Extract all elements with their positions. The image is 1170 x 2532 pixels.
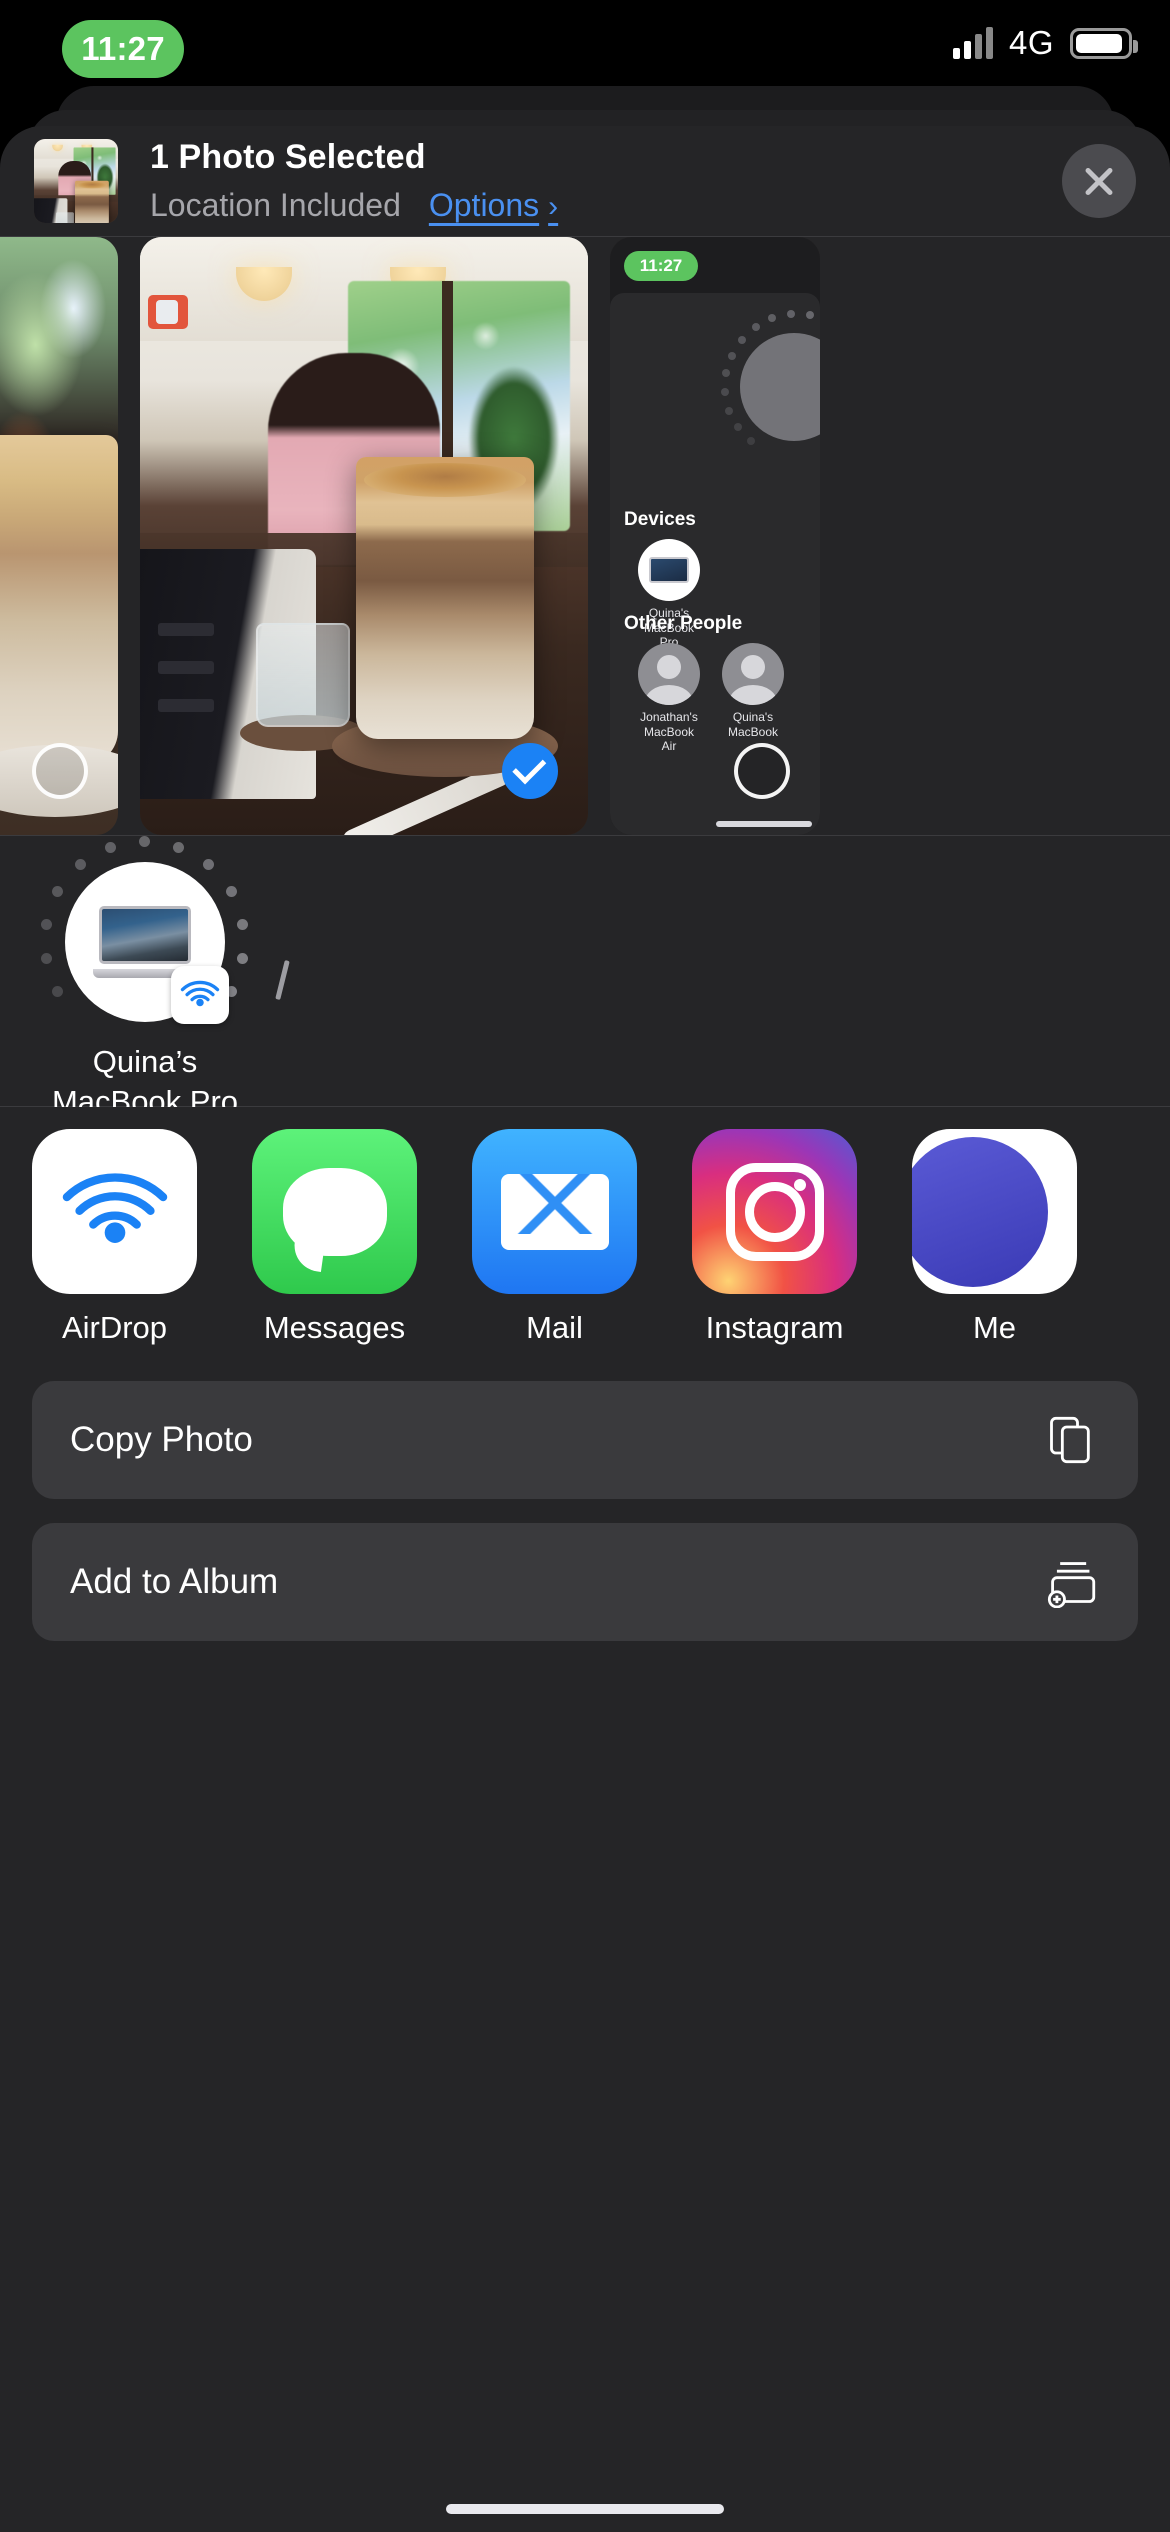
preview-person-0-line1: Jonathan's [640, 710, 698, 724]
share-app-label: Messages [263, 1310, 406, 1345]
header-subtitle-row: Location Included Options › [150, 187, 1062, 224]
share-sheet: 1 Photo Selected Location Included Optio… [0, 126, 1170, 2532]
action-label: Copy Photo [70, 1420, 253, 1459]
status-time: 11:27 [81, 30, 165, 67]
preview-status-pill: 11:27 [624, 251, 698, 281]
carousel-item-2[interactable]: 11:27 Devices Quina's MacBook Pro [610, 237, 820, 835]
preview-person-item: Jonathan's MacBook Air [638, 643, 700, 754]
network-type-label: 4G [1008, 24, 1054, 61]
share-apps-row[interactable]: AirDrop Messages Mail Instagram Me [0, 1107, 1170, 1357]
share-app-label: Me [972, 1310, 1017, 1345]
airdrop-device-quinas-macbook-pro[interactable]: Quina’s MacBook Pro [30, 836, 260, 1121]
airdrop-device-row: Quina’s MacBook Pro [0, 836, 1170, 1119]
action-add-to-album[interactable]: Add to Album [32, 1523, 1138, 1641]
airdrop-icon [171, 966, 229, 1024]
carousel-item-0[interactable] [0, 237, 118, 835]
page-title: 1 Photo Selected [150, 138, 426, 177]
status-bar: 11:27 4G [0, 0, 1170, 100]
share-app-label: Instagram [705, 1310, 844, 1345]
share-sheet-screen: 11:27 4G 1 Photo Selected Location Inclu… [0, 0, 1170, 2532]
share-app-mail[interactable]: Mail [472, 1129, 637, 1346]
pointer-cursor [275, 959, 290, 1001]
options-link[interactable]: Options › [429, 187, 558, 224]
header-photo-thumbnail[interactable] [34, 139, 118, 223]
selection-circle[interactable] [32, 743, 88, 799]
add-to-album-icon [1042, 1553, 1100, 1611]
location-included-label: Location Included [150, 186, 401, 223]
copy-icon [1042, 1411, 1100, 1469]
photo-carousel[interactable]: 11:27 Devices Quina's MacBook Pro [0, 237, 1170, 835]
share-app-messages[interactable]: Messages [252, 1129, 417, 1346]
preview-person-item: Quina's MacBook [722, 643, 784, 754]
share-app-airdrop[interactable]: AirDrop [32, 1129, 197, 1346]
recording-time-pill[interactable]: 11:27 [62, 20, 184, 78]
share-app-label: Mail [526, 1310, 583, 1345]
preview-other-people-heading: Other People [624, 613, 743, 634]
preview-time: 11:27 [639, 256, 683, 275]
action-list: Copy Photo Add to Album [0, 1357, 1170, 1641]
share-app-label: AirDrop [61, 1310, 168, 1345]
mail-icon [472, 1129, 637, 1294]
header-text-block: 1 Photo Selected Location Included Optio… [150, 138, 1062, 223]
preview-person-1-line1: Quina's [732, 710, 774, 724]
share-sheet-header: 1 Photo Selected Location Included Optio… [0, 126, 1170, 236]
close-icon[interactable] [1062, 144, 1136, 218]
action-label: Add to Album [70, 1562, 279, 1601]
home-indicator [446, 2504, 724, 2514]
battery-icon [1070, 27, 1138, 59]
carousel-item-1[interactable] [140, 237, 588, 835]
instagram-icon [692, 1129, 857, 1294]
airdrop-icon [32, 1129, 197, 1294]
share-app-instagram[interactable]: Instagram [692, 1129, 857, 1346]
preview-person-1-line2: MacBook [727, 724, 779, 739]
cellular-signal-icon [952, 27, 993, 59]
share-apps-track[interactable]: AirDrop Messages Mail Instagram Me [32, 1129, 1077, 1346]
status-right-cluster: 4G [952, 24, 1138, 62]
share-app-more[interactable]: Me [912, 1129, 1077, 1346]
preview-devices-heading: Devices [624, 509, 696, 530]
preview-people-list: Jonathan's MacBook Air Quina's MacBook [638, 643, 784, 754]
messages-icon [252, 1129, 417, 1294]
chevron-right-icon: › [548, 189, 559, 223]
options-label: Options [428, 186, 540, 223]
selection-circle-checked[interactable] [502, 743, 558, 799]
selection-circle[interactable] [734, 743, 790, 799]
action-copy-photo[interactable]: Copy Photo [32, 1381, 1138, 1499]
carousel-track[interactable]: 11:27 Devices Quina's MacBook Pro [0, 237, 820, 835]
preview-home-indicator [716, 821, 812, 827]
more-icon [912, 1129, 1077, 1294]
preview-person-0-line2: MacBook Air [643, 724, 695, 754]
